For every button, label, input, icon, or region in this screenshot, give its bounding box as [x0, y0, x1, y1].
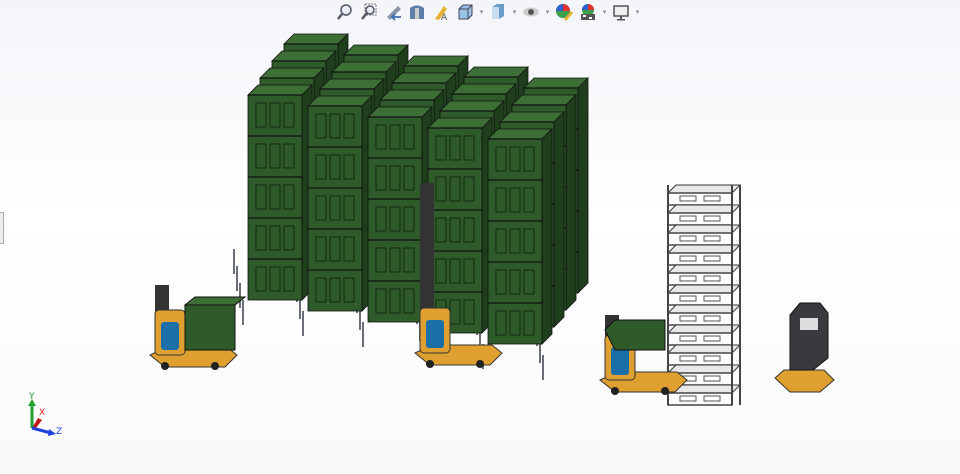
rack-slot [679, 395, 697, 402]
crate-stack [307, 95, 373, 312]
robot-wheel [211, 362, 219, 370]
robot-crate [604, 319, 666, 351]
crate-stack [487, 128, 553, 345]
rack-slot [703, 215, 721, 222]
crate-side [577, 77, 589, 294]
rack-level-top [666, 284, 742, 294]
crate-top [439, 100, 505, 112]
triad-z-label: Z [56, 427, 63, 437]
crate-top [247, 84, 313, 96]
rack-slot [703, 355, 721, 362]
crate-top [487, 128, 553, 140]
crate-storage-grid [233, 33, 589, 380]
rack-level [667, 252, 733, 266]
rack-slot [703, 275, 721, 282]
rack-slot [679, 255, 697, 262]
robot-wheel [426, 360, 434, 368]
rack-level [667, 192, 733, 206]
robot-lift-frame [789, 302, 829, 371]
rack-level-top [666, 224, 742, 234]
coordinate-triad: Y X Z [24, 392, 64, 440]
rack-slot [703, 395, 721, 402]
crate-top [523, 77, 589, 89]
robot-lift-window [800, 318, 818, 330]
rack-level [667, 312, 733, 326]
graphics-area[interactable] [0, 0, 960, 474]
rack-slot [703, 315, 721, 322]
rack-slot [679, 335, 697, 342]
rack-slot [679, 295, 697, 302]
robot-wheel [476, 360, 484, 368]
crate-top [343, 44, 409, 56]
robot-wheel [661, 387, 669, 395]
crate-top [391, 72, 457, 84]
crate-top [427, 117, 493, 129]
crate-top [511, 94, 577, 106]
robot-crate-top [183, 296, 247, 306]
crate-top [259, 67, 325, 79]
rack-slot [703, 255, 721, 262]
robot-base [774, 369, 835, 393]
robot-crate [184, 304, 236, 351]
rack-level [667, 292, 733, 306]
crate-side [541, 128, 553, 345]
agv-robot [149, 285, 247, 370]
crate-top [463, 66, 529, 78]
rack-slot [703, 295, 721, 302]
crate-top [331, 61, 397, 73]
rack-level-top [666, 204, 742, 214]
triad-y-label: Y [29, 392, 35, 402]
rack-level-top [666, 264, 742, 274]
rack-level [667, 232, 733, 246]
rack-level [667, 272, 733, 286]
crate-stack [427, 117, 493, 334]
rack-level-top [666, 184, 742, 194]
rack-level-top [666, 344, 742, 354]
rack-slot [703, 195, 721, 202]
rack-slot [679, 235, 697, 242]
robot-battery-panel [611, 347, 629, 375]
empty-rack-tower [666, 184, 742, 406]
rack-level-top [666, 324, 742, 334]
rack-slot [703, 335, 721, 342]
crate-top [319, 78, 385, 90]
crate-top [283, 33, 349, 45]
rack-slot [679, 195, 697, 202]
crate-top [403, 55, 469, 67]
rack-level-top [666, 364, 742, 374]
crate-stack [247, 84, 313, 301]
crate-top [307, 95, 373, 107]
crate-top [367, 106, 433, 118]
crate-top [451, 83, 517, 95]
robot-battery-panel [161, 322, 179, 350]
rack-level [667, 212, 733, 226]
rack-slot [679, 215, 697, 222]
crate-top [379, 89, 445, 101]
agv-robot-empty [774, 302, 835, 393]
robot-mast [420, 183, 434, 318]
rack-level [667, 332, 733, 346]
triad-x-label: X [39, 408, 46, 418]
rack-slot [679, 355, 697, 362]
rack-slot [679, 275, 697, 282]
rack-slot [703, 375, 721, 382]
rack-level-top [666, 244, 742, 254]
rack-level-top [666, 304, 742, 314]
crate-side [553, 111, 565, 328]
rack-slot [679, 315, 697, 322]
rack-slot [703, 235, 721, 242]
robot-battery-panel [426, 320, 444, 348]
crate-top [499, 111, 565, 123]
robot-wheel [161, 362, 169, 370]
crate-top [271, 50, 337, 62]
rack-level [667, 352, 733, 366]
rack-level [667, 392, 733, 406]
robot-wheel [611, 387, 619, 395]
crate-side [565, 94, 577, 311]
